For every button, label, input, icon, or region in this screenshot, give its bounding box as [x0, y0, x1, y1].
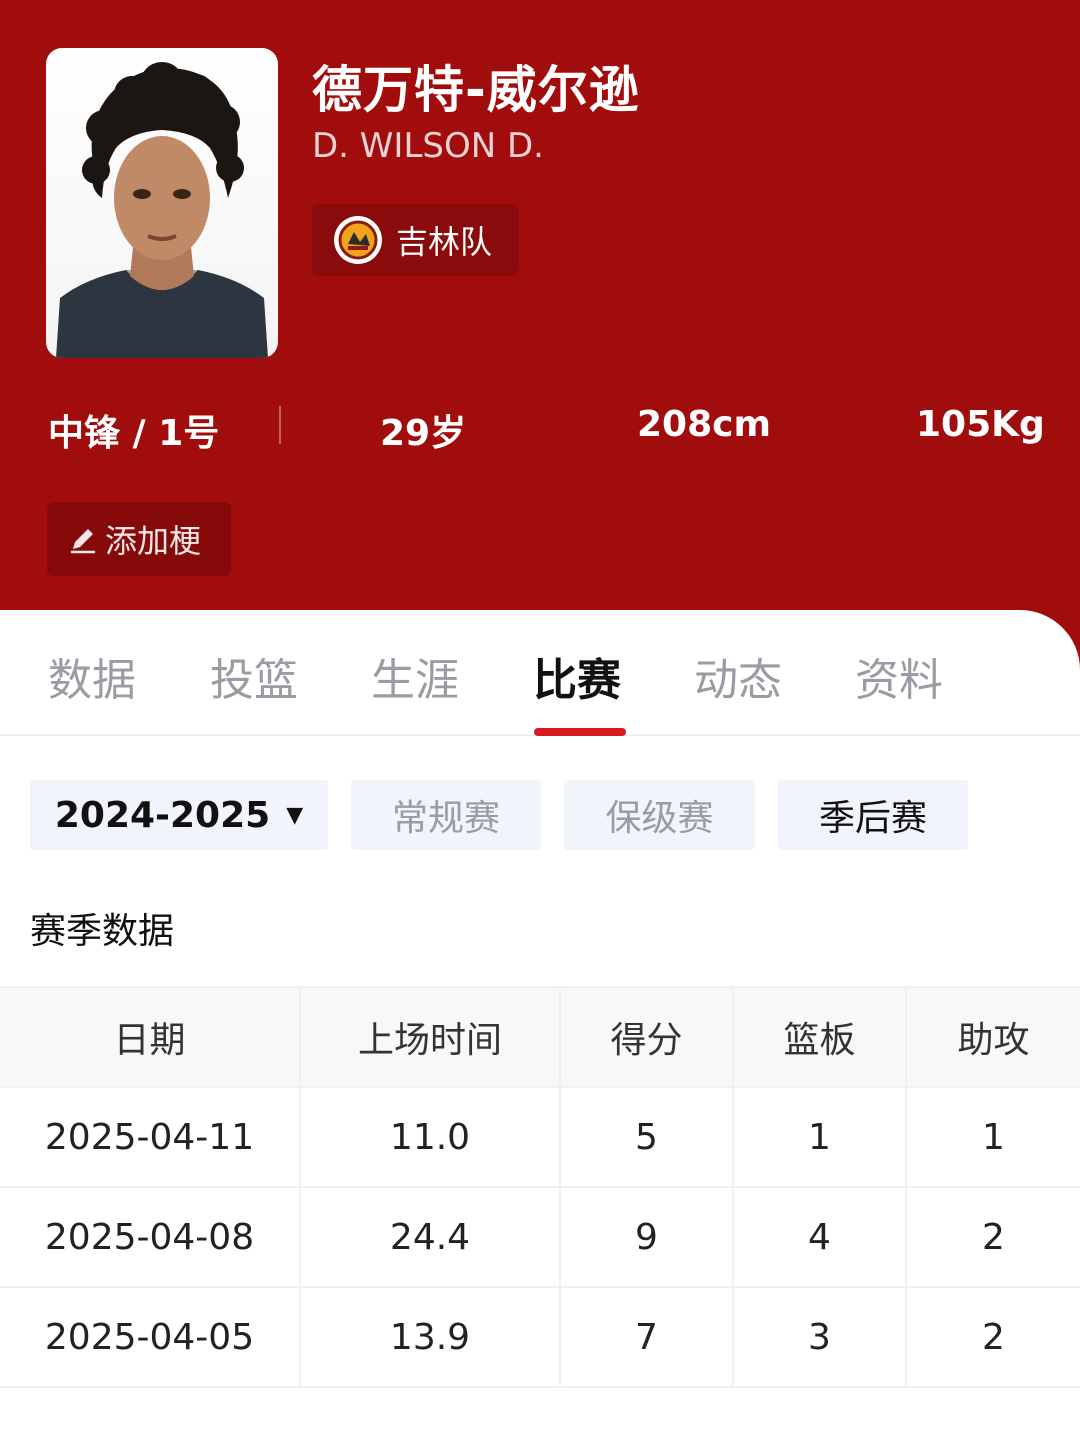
tab-games[interactable]: 比赛	[533, 644, 621, 708]
tab-news[interactable]: 动态	[694, 644, 782, 708]
filter-relegation-label: 保级赛	[605, 798, 714, 839]
filter-playoffs[interactable]: 季后赛	[778, 780, 968, 850]
table-row[interactable]: 2025-04-05 13.9 7 3 2	[0, 1286, 1080, 1388]
stats-divider	[279, 406, 281, 444]
player-age: 29岁	[380, 413, 467, 454]
team-chip[interactable]: 吉林队	[312, 204, 519, 276]
cell-minutes: 11.0	[299, 1086, 561, 1188]
section-title: 赛季数据	[30, 911, 175, 952]
team-logo-icon	[334, 216, 382, 264]
player-stats-row: 中锋 / 1号 29岁 208cm 105Kg	[0, 400, 1080, 454]
pencil-icon	[71, 529, 95, 554]
cell-points: 5	[559, 1086, 734, 1188]
table-header-row: 日期 上场时间 得分 篮板 助攻	[0, 986, 1080, 1088]
cell-points: 7	[559, 1286, 734, 1388]
player-height: 208cm	[637, 404, 771, 445]
table-row[interactable]: 2025-04-11 11.0 5 1 1	[0, 1086, 1080, 1188]
cell-points: 9	[559, 1186, 734, 1288]
season-value: 2024-2025	[54, 794, 271, 836]
tab-profile[interactable]: 资料	[855, 644, 943, 708]
filter-regular-season-label: 常规赛	[391, 798, 500, 839]
team-name: 吉林队	[396, 223, 493, 261]
active-tab-indicator	[534, 728, 626, 736]
caret-down-icon: ▼	[286, 802, 304, 828]
player-name-en: D. WILSON D.	[312, 126, 544, 166]
player-name-cn: 德万特-威尔逊	[312, 61, 640, 119]
add-meme-button[interactable]: 添加梗	[47, 502, 231, 576]
filter-regular-season[interactable]: 常规赛	[351, 780, 541, 850]
tab-data[interactable]: 数据	[48, 644, 136, 708]
tab-career[interactable]: 生涯	[371, 644, 459, 708]
player-portrait-image	[56, 62, 268, 358]
cell-rebounds: 4	[732, 1186, 907, 1288]
column-header-rebounds: 篮板	[732, 986, 907, 1088]
column-header-date: 日期	[0, 986, 301, 1088]
column-header-minutes: 上场时间	[299, 986, 561, 1088]
cell-rebounds: 1	[732, 1086, 907, 1188]
cell-assists: 2	[905, 1186, 1080, 1288]
cell-rebounds: 3	[732, 1286, 907, 1388]
season-select[interactable]: 2024-2025 ▼	[30, 780, 328, 850]
cell-minutes: 13.9	[299, 1286, 561, 1388]
tab-shooting[interactable]: 投篮	[210, 644, 298, 708]
cell-minutes: 24.4	[299, 1186, 561, 1288]
add-meme-label: 添加梗	[105, 522, 202, 560]
cell-assists: 2	[905, 1286, 1080, 1388]
cell-date: 2025-04-11	[0, 1086, 301, 1188]
cell-assists: 1	[905, 1086, 1080, 1188]
position-number: 中锋 / 1号	[48, 413, 220, 454]
column-header-assists: 助攻	[905, 986, 1080, 1088]
player-photo	[46, 48, 278, 358]
filter-playoffs-label: 季后赛	[818, 798, 927, 839]
cell-date: 2025-04-05	[0, 1286, 301, 1388]
player-weight: 105Kg	[916, 404, 1045, 445]
table-row[interactable]: 2025-04-08 24.4 9 4 2	[0, 1186, 1080, 1288]
cell-date: 2025-04-08	[0, 1186, 301, 1288]
tab-bar: 数据 投篮 生涯 比赛 动态 资料	[0, 610, 1080, 736]
content-sheet: 数据 投篮 生涯 比赛 动态 资料 2024-2025 ▼ 常规赛 保级赛 季后…	[0, 610, 1080, 1440]
column-header-points: 得分	[559, 986, 734, 1088]
game-stats-table: 日期 上场时间 得分 篮板 助攻 2025-04-11 11.0 5 1 1 2…	[0, 986, 1080, 1388]
player-header: 德万特-威尔逊 D. WILSON D. 吉林队 中锋 / 1号 29岁 208…	[0, 0, 1080, 700]
filter-relegation[interactable]: 保级赛	[564, 780, 755, 850]
